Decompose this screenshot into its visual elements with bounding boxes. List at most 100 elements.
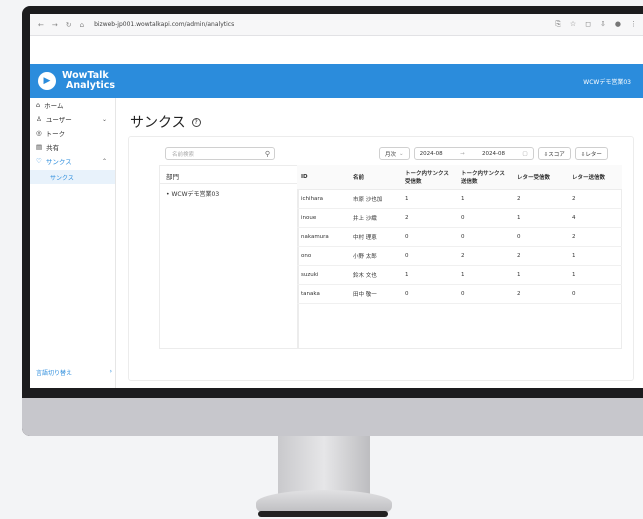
date-to: 2024-08 xyxy=(482,150,506,157)
col-header-letter-sent[interactable]: レター送信数 xyxy=(568,165,622,190)
page-title-text: サンクス xyxy=(130,115,186,131)
cell-talk-received: 1 xyxy=(401,265,457,285)
cell-talk-sent: 0 xyxy=(457,208,513,228)
profile-icon[interactable]: ● xyxy=(615,20,621,29)
period-select[interactable]: 月次 ⌄ xyxy=(379,147,410,160)
col-header-talk-sent[interactable]: トーク内サンクス送信数 xyxy=(457,165,513,190)
cell-letter-sent: 4 xyxy=(568,208,622,228)
col-header-talk-received[interactable]: トーク内サンクス受信数 xyxy=(401,165,457,190)
language-switch[interactable]: 言語切り替え › xyxy=(36,368,112,377)
menu-icon[interactable]: ⋮ xyxy=(630,20,637,29)
cell-talk-received: 0 xyxy=(401,227,457,247)
export-letter-button[interactable]: ⇩レター xyxy=(574,147,608,160)
table-row[interactable]: suzuki 鈴木 文也 1 1 1 1 xyxy=(297,265,622,285)
cell-talk-sent: 1 xyxy=(457,265,513,285)
arrow-right-icon: → xyxy=(460,150,465,157)
app-header: ▶ WowTalk Analytics WCWデモ営業03 xyxy=(30,64,643,98)
forward-icon[interactable]: → xyxy=(52,21,58,29)
table-row[interactable]: inoue 井上 沙織 2 0 1 4 xyxy=(297,208,622,228)
cell-name: 井上 沙織 xyxy=(349,208,401,228)
cell-name: 小野 太郎 xyxy=(349,246,401,266)
heart-icon: ♡ xyxy=(36,157,42,165)
sidebar-item-label: ホーム xyxy=(44,102,64,110)
thanks-table: ID 名前 トーク内サンクス受信数 トーク内サンクス送信数 レター受信数 レター… xyxy=(297,165,622,304)
share-icon: ▤ xyxy=(36,143,43,151)
cell-talk-sent: 0 xyxy=(457,227,513,247)
extensions-icon[interactable]: ◻ xyxy=(585,20,591,29)
cell-id: nakamura xyxy=(297,227,349,247)
sidebar-item-users[interactable]: ♙ ユーザー ⌄ xyxy=(30,112,115,126)
cell-letter-received: 2 xyxy=(513,189,568,209)
sidebar-item-thanks[interactable]: ♡ サンクス ⌃ xyxy=(30,154,115,168)
logo[interactable]: ▶ WowTalk Analytics xyxy=(30,71,115,91)
chevron-right-icon: › xyxy=(109,368,112,375)
cell-talk-received: 1 xyxy=(401,189,457,209)
calendar-icon: ▢ xyxy=(522,150,528,157)
chevron-down-icon: ⌄ xyxy=(101,115,107,123)
home-icon[interactable]: ⌂ xyxy=(80,21,84,29)
home-nav-icon: ⌂ xyxy=(36,101,41,109)
sidebar: ⌂ ホーム ♙ ユーザー ⌄ ◎ トーク ▤ 共有 ♡ サンクス ⌃ サンクス xyxy=(30,98,116,388)
search-placeholder: 名前検索 xyxy=(172,151,195,158)
period-value: 月次 xyxy=(385,151,397,158)
cell-id: suzuki xyxy=(297,265,349,285)
translate-icon[interactable]: ⎘ xyxy=(555,20,561,29)
screen: ← → ↻ ⌂ bizweb-jp001.wowtalkapi.com/admi… xyxy=(30,14,643,388)
table-row[interactable]: ichihara 市原 沙也加 1 1 2 2 xyxy=(297,189,622,209)
col-header-letter-received[interactable]: レター受信数 xyxy=(513,165,568,190)
cell-id: ichihara xyxy=(297,189,349,209)
monitor: ← → ↻ ⌂ bizweb-jp001.wowtalkapi.com/admi… xyxy=(22,6,643,436)
cell-id: tanaka xyxy=(297,284,349,304)
cell-letter-received: 1 xyxy=(513,208,568,228)
table-row[interactable]: nakamura 中村 理恵 0 0 0 2 xyxy=(297,227,622,247)
monitor-stand-base xyxy=(256,490,392,512)
date-from: 2024-08 xyxy=(419,150,443,157)
monitor-stand-neck xyxy=(278,436,370,494)
address-bar[interactable]: bizweb-jp001.wowtalkapi.com/admin/analyt… xyxy=(94,21,234,28)
cell-name: 鈴木 文也 xyxy=(349,265,401,285)
table-row[interactable]: tanaka 田中 敬一 0 0 2 0 xyxy=(297,284,622,304)
sidebar-item-share[interactable]: ▤ 共有 xyxy=(30,140,115,154)
cell-name: 田中 敬一 xyxy=(349,284,401,304)
cell-name: 中村 理恵 xyxy=(349,227,401,247)
col-header-name[interactable]: 名前 xyxy=(349,165,401,190)
sidebar-item-talk[interactable]: ◎ トーク xyxy=(30,126,115,140)
cell-letter-sent: 2 xyxy=(568,227,622,247)
download-icon[interactable]: ⇩ xyxy=(600,20,606,29)
department-tree: 部門 • WCWデモ営業03 xyxy=(159,165,299,349)
department-header: 部門 xyxy=(160,166,298,184)
header-user[interactable]: WCWデモ営業03 xyxy=(583,77,643,86)
search-icon[interactable]: ⚲ xyxy=(265,150,274,158)
col-header-id[interactable]: ID xyxy=(297,165,349,190)
cell-talk-received: 0 xyxy=(401,284,457,304)
filter-controls: 月次 ⌄ 2024-08 → 2024-08 ▢ ⇩スコア ⇩レター xyxy=(379,147,608,160)
reload-icon[interactable]: ↻ xyxy=(66,21,72,29)
chevron-down-icon: ⌄ xyxy=(399,150,404,157)
cell-letter-sent: 2 xyxy=(568,189,622,209)
sidebar-item-label: トーク xyxy=(45,130,66,138)
table-row[interactable]: ono 小野 太郎 0 2 2 1 xyxy=(297,246,622,266)
help-icon[interactable]: ? xyxy=(191,117,201,127)
logo-icon: ▶ xyxy=(38,72,56,90)
monitor-stand-shadow xyxy=(258,511,388,517)
talk-icon: ◎ xyxy=(36,129,42,137)
sidebar-item-home[interactable]: ⌂ ホーム xyxy=(30,98,115,112)
department-item[interactable]: • WCWデモ営業03 xyxy=(160,184,298,203)
sidebar-subitem-thanks[interactable]: サンクス xyxy=(30,170,115,184)
cell-id: ono xyxy=(297,246,349,266)
cell-talk-received: 2 xyxy=(401,208,457,228)
search-input[interactable]: 名前検索 ⚲ xyxy=(165,147,275,160)
cell-letter-received: 2 xyxy=(513,284,568,304)
department-item-label: WCWデモ営業03 xyxy=(171,191,220,198)
sidebar-item-label: ユーザー xyxy=(45,116,72,124)
table-header-row: ID 名前 トーク内サンクス受信数 トーク内サンクス送信数 レター受信数 レター… xyxy=(297,165,622,190)
cell-talk-received: 0 xyxy=(401,246,457,266)
export-thanks-button[interactable]: ⇩スコア xyxy=(537,147,571,160)
date-range-picker[interactable]: 2024-08 → 2024-08 ▢ xyxy=(413,147,534,160)
back-icon[interactable]: ← xyxy=(38,21,44,29)
browser-toolbar: ← → ↻ ⌂ bizweb-jp001.wowtalkapi.com/admi… xyxy=(30,14,643,36)
star-icon[interactable]: ☆ xyxy=(570,20,576,29)
cell-letter-received: 0 xyxy=(513,227,568,247)
sidebar-item-label: 共有 xyxy=(46,144,60,152)
cell-id: inoue xyxy=(297,208,349,228)
